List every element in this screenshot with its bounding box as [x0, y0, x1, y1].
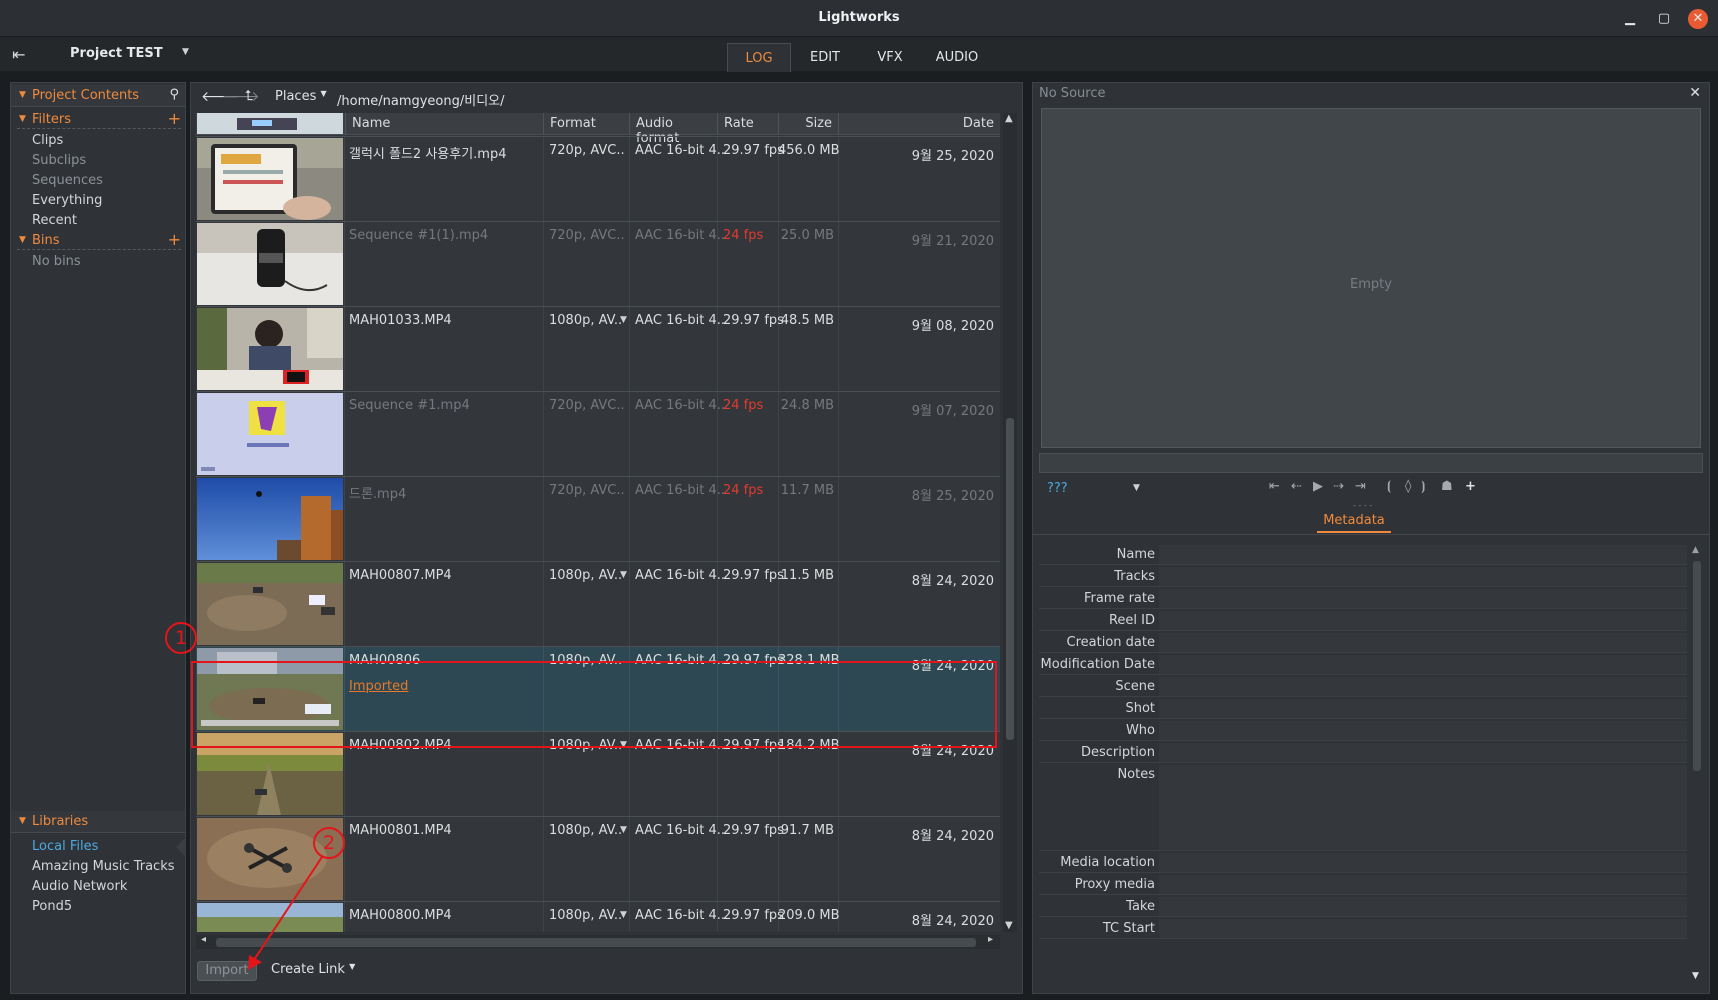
metadata-label: Tracks	[1114, 569, 1155, 584]
scroll-down-icon[interactable]: ▼	[1692, 971, 1699, 981]
metadata-row: Notes	[1039, 765, 1687, 851]
metadata-label: Scene	[1115, 679, 1155, 694]
metadata-row: Media location	[1039, 853, 1687, 873]
metadata-value-field[interactable]	[1159, 897, 1687, 916]
metadata-row: Modification Date	[1039, 655, 1687, 675]
metadata-label: Take	[1126, 899, 1155, 914]
metadata-row: Frame rate	[1039, 589, 1687, 609]
divider	[1033, 534, 1709, 535]
metadata-row: Description	[1039, 743, 1687, 763]
metadata-label: Creation date	[1066, 635, 1155, 650]
metadata-label: Media location	[1060, 855, 1155, 870]
empty-label: Empty	[1350, 277, 1392, 292]
metadata-label: Reel ID	[1108, 613, 1155, 628]
metadata-value-field[interactable]	[1159, 853, 1687, 872]
metadata-label: Frame rate	[1083, 591, 1155, 606]
metadata-value-field[interactable]	[1159, 721, 1687, 740]
mark-clear-icon[interactable]: ◊	[1405, 479, 1411, 494]
metadata-value-field[interactable]	[1159, 875, 1687, 894]
metadata-value-field[interactable]	[1159, 589, 1687, 608]
metadata-row: Tracks	[1039, 567, 1687, 587]
add-icon[interactable]: +	[1465, 479, 1476, 494]
cue-icon[interactable]: ☗	[1441, 479, 1453, 494]
step-forward-icon[interactable]: ⇢	[1333, 479, 1344, 494]
metadata-label: TC Start	[1102, 921, 1155, 936]
metadata-value-field[interactable]	[1159, 633, 1687, 652]
metadata-row: Scene	[1039, 677, 1687, 697]
metadata-value-field[interactable]	[1159, 611, 1687, 630]
scrollbar-thumb[interactable]	[1693, 561, 1701, 771]
go-to-end-icon[interactable]: ⇥	[1355, 479, 1366, 494]
video-viewer[interactable]: Empty	[1041, 108, 1701, 448]
metadata-row: Reel ID	[1039, 611, 1687, 631]
metadata-value-field[interactable]	[1159, 545, 1687, 564]
source-title: No Source	[1039, 86, 1106, 101]
metadata-row: Who	[1039, 721, 1687, 741]
metadata-value-field[interactable]	[1159, 677, 1687, 696]
play-icon[interactable]: ▶	[1313, 479, 1323, 494]
mark-out-icon[interactable]: ⦘	[1421, 479, 1425, 494]
metadata-value-field[interactable]	[1159, 743, 1687, 762]
metadata-label: Shot	[1125, 701, 1155, 716]
metadata-value-field[interactable]	[1159, 699, 1687, 718]
metadata-notes-field[interactable]	[1159, 765, 1687, 850]
metadata-label: Notes	[1117, 767, 1155, 782]
metadata-label: Description	[1080, 745, 1155, 760]
go-to-start-icon[interactable]: ⇤	[1269, 479, 1280, 494]
scroll-up-icon[interactable]: ▲	[1692, 545, 1699, 555]
metadata-row: TC Start	[1039, 919, 1687, 939]
timecode-format-selector[interactable]: ???	[1047, 481, 1068, 496]
metadata-value-field[interactable]	[1159, 567, 1687, 586]
metadata-row: Name	[1039, 545, 1687, 565]
tab-metadata[interactable]: Metadata	[1317, 513, 1391, 533]
metadata-label: Modification Date	[1040, 657, 1155, 672]
metadata-label: Name	[1116, 547, 1155, 562]
mark-in-icon[interactable]: ⦗	[1387, 479, 1391, 494]
resize-handle-icon[interactable]: - - - -	[1353, 501, 1372, 510]
metadata-row: Creation date	[1039, 633, 1687, 653]
metadata-label: Who	[1125, 723, 1155, 738]
metadata-row: Proxy media	[1039, 875, 1687, 895]
source-viewer-panel: No Source ✕ Empty ??? ▼ ⇤ ⇠ ▶ ⇢ ⇥ ⦗ ◊ ⦘ …	[1032, 82, 1710, 994]
metadata-value-field[interactable]	[1159, 919, 1687, 938]
close-icon[interactable]: ✕	[1689, 85, 1701, 101]
step-back-icon[interactable]: ⇠	[1291, 479, 1302, 494]
metadata-label: Proxy media	[1074, 877, 1155, 892]
metadata-row: Take	[1039, 897, 1687, 917]
metadata-row: Shot	[1039, 699, 1687, 719]
scrub-bar[interactable]	[1039, 453, 1703, 473]
metadata-scrollbar[interactable]: ▲ ▼	[1691, 545, 1703, 987]
metadata-value-field[interactable]	[1159, 655, 1687, 674]
chevron-down-icon[interactable]: ▼	[1133, 483, 1140, 493]
